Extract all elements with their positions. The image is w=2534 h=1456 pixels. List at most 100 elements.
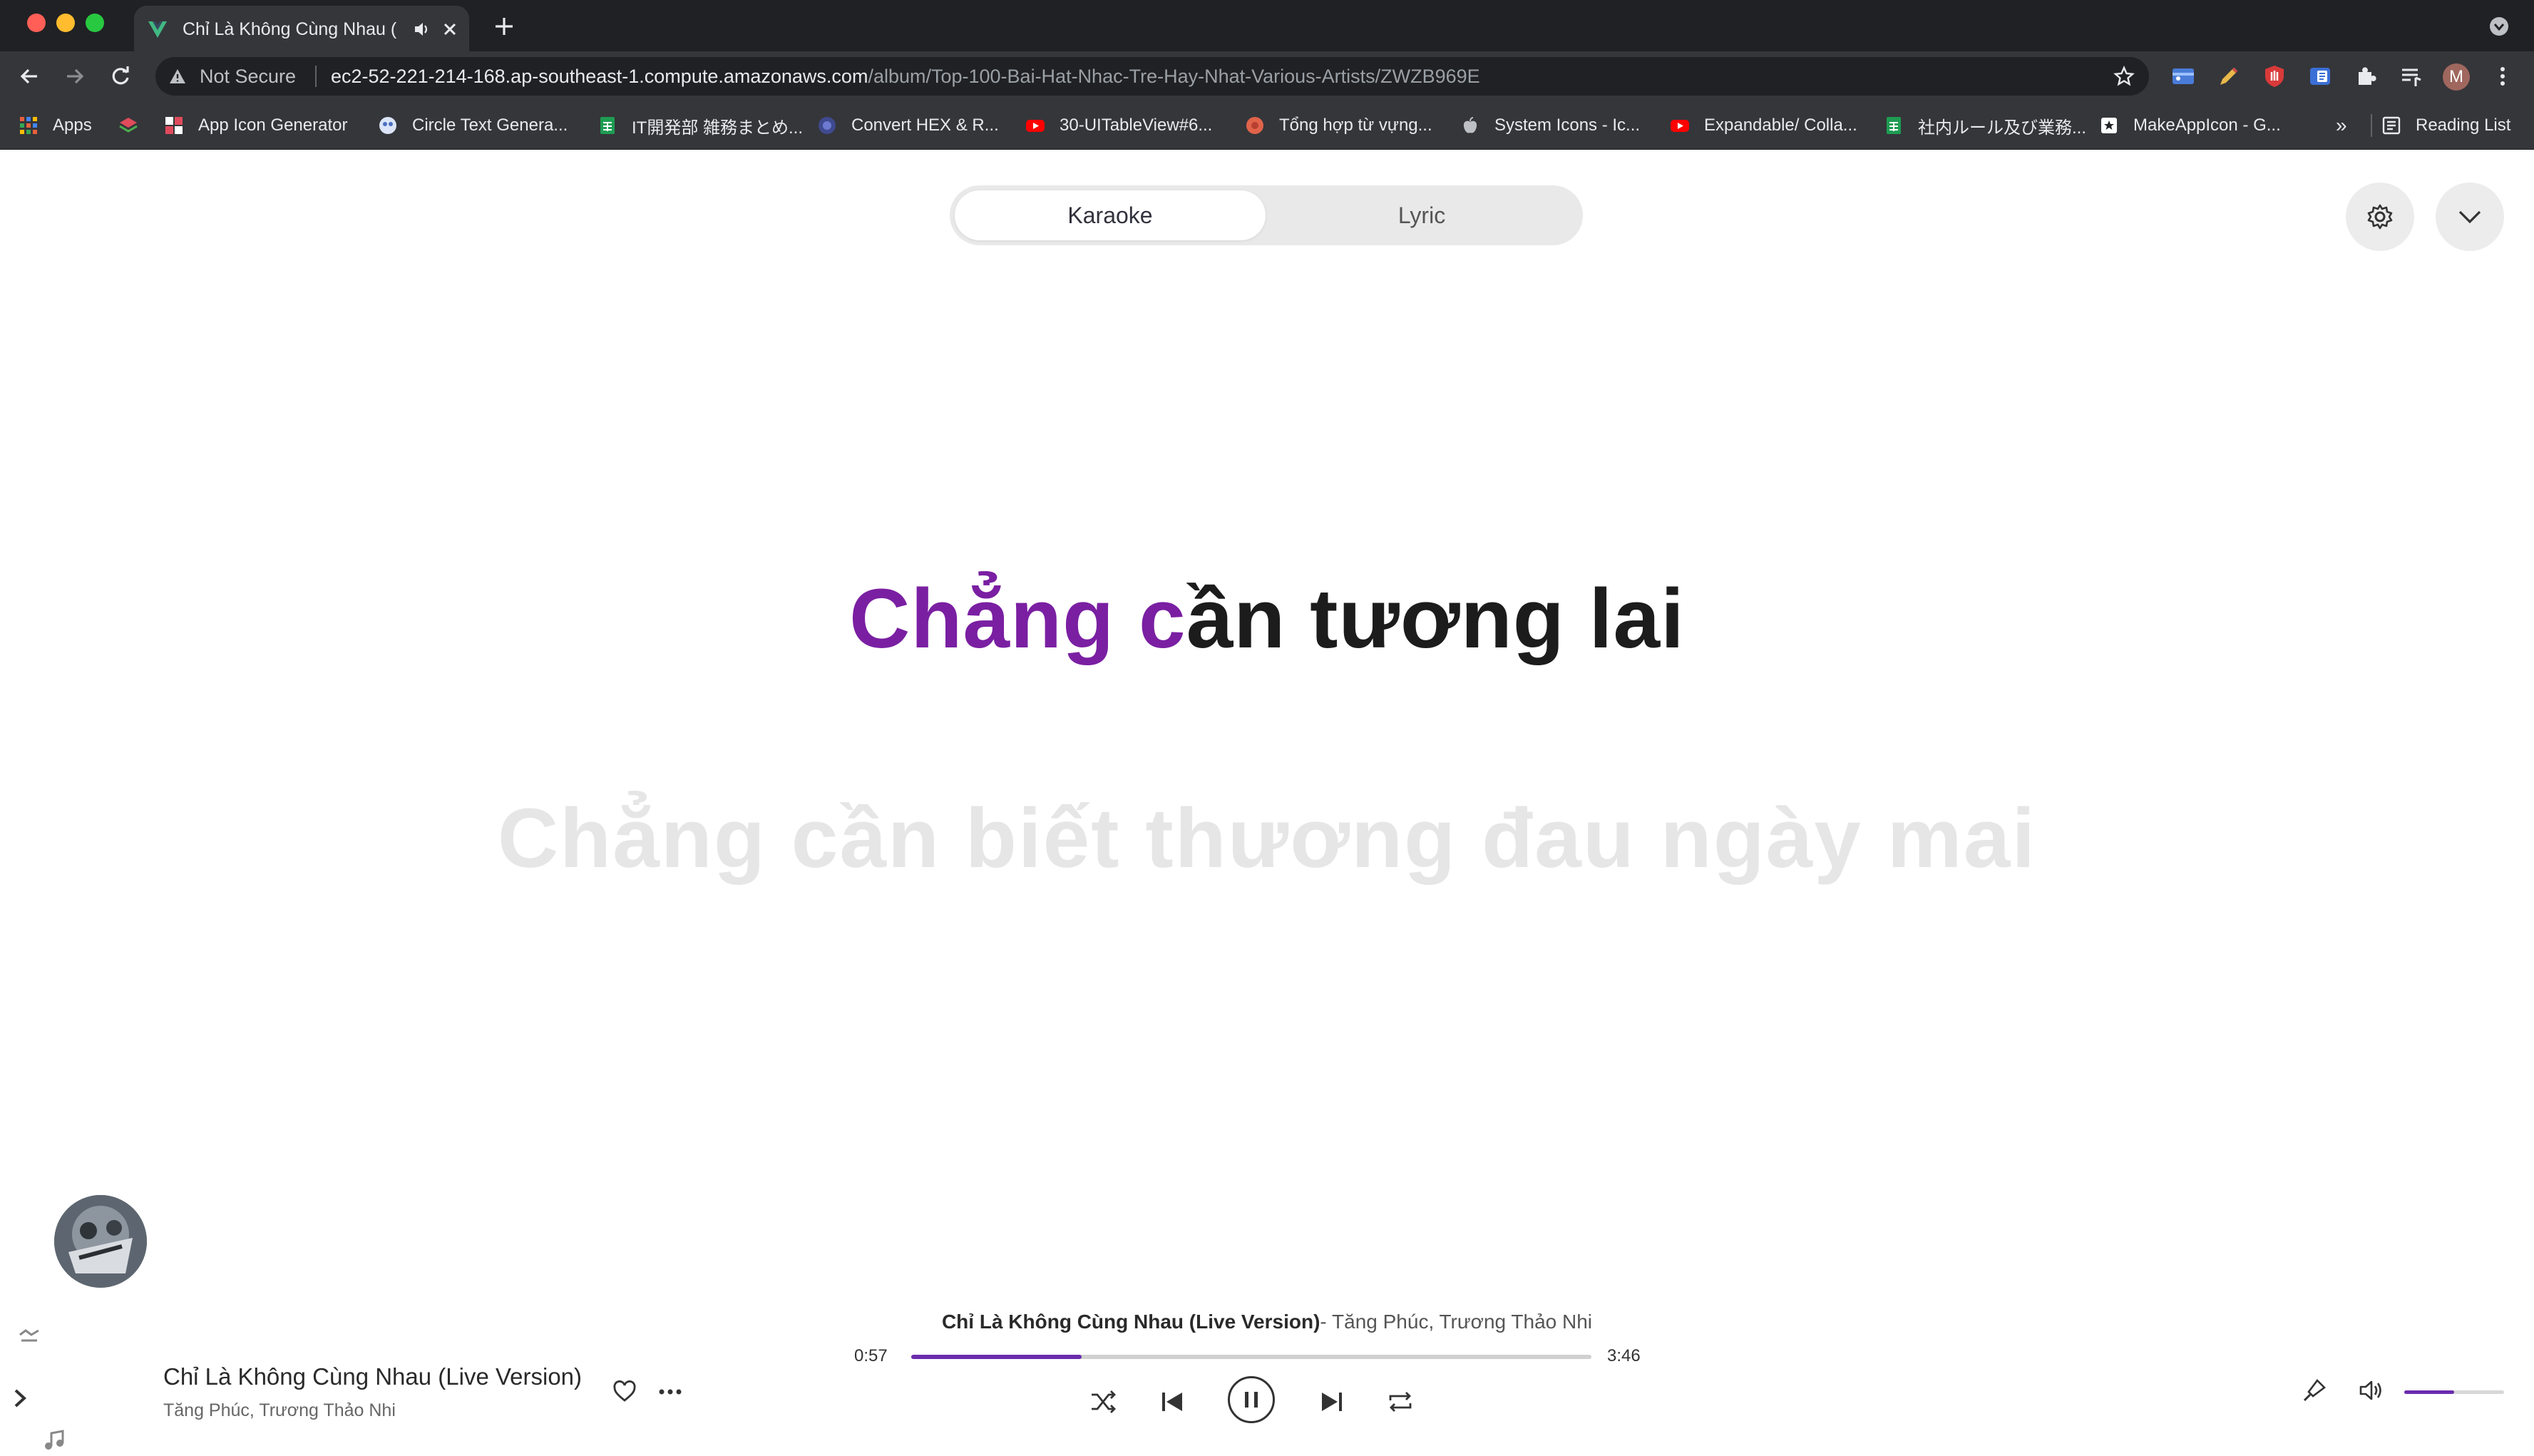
screen: Chỉ Là Không Cùng Nhau (Not Secure ec2-…	[0, 0, 2534, 1456]
bookmarks-overflow-button[interactable]: »	[2336, 101, 2347, 150]
volume-fill	[2404, 1390, 2454, 1394]
bookmark-label: Convert HEX & R...	[851, 116, 999, 135]
youtube-icon	[1026, 120, 1045, 132]
bookmark-label: 社内ルール及び業務...	[1918, 118, 2087, 138]
layers-icon	[119, 118, 138, 133]
bookmarks-bar: Apps App Icon Generator Circle Text Gene…	[0, 101, 2534, 150]
shuffle-icon[interactable]	[1087, 1386, 1119, 1417]
mode-switch: Karaoke Lyric	[950, 185, 1583, 245]
bookmark-label: 30-UITableView#6...	[1060, 116, 1213, 135]
reading-list-icon	[2382, 116, 2401, 135]
youtube-icon	[1671, 120, 1689, 132]
microphone-icon[interactable]	[2300, 1376, 2329, 1405]
vue-favicon-icon	[148, 21, 167, 38]
bookmark-label: System Icons - Ic...	[1494, 116, 1641, 135]
bookmarks-divider	[2371, 114, 2372, 137]
tab-karaoke[interactable]: Karaoke	[955, 185, 1266, 245]
site-icon	[1246, 117, 1263, 134]
tab-lyric[interactable]: Lyric	[1266, 185, 1577, 245]
media-controls-icon[interactable]	[2399, 63, 2424, 89]
reload-icon[interactable]	[108, 64, 133, 88]
progress-fill	[911, 1355, 1082, 1359]
makeappicon-icon	[2101, 118, 2117, 133]
tab-title: Chỉ Là Không Cùng Nhau (	[183, 19, 396, 39]
bookmark-label: Circle Text Genera...	[412, 116, 568, 135]
now-playing-heading: Chỉ Là Không Cùng Nhau (Live Version)- T…	[0, 1311, 2534, 1333]
extension-blue-app-icon[interactable]	[2307, 63, 2333, 89]
window-zoom-button[interactable]	[86, 14, 104, 32]
bookmark-label: Expandable/ Colla...	[1704, 116, 1857, 135]
profile-avatar[interactable]: M	[2443, 63, 2470, 91]
browser-toolbar: Not Secure ec2-52-221-214-168.ap-southea…	[0, 51, 2534, 101]
bookmark-it-dept[interactable]: IT開発部 雑務まとめ...	[597, 101, 803, 150]
bookmark-internal-rules[interactable]: 社内ルール及び業務...	[1884, 101, 2086, 150]
bookmark-label: App Icon Generator	[198, 116, 348, 135]
window-minimize-button[interactable]	[56, 14, 75, 32]
volume-slider[interactable]	[2404, 1390, 2504, 1394]
warning-icon	[170, 69, 185, 83]
lyric-unsung-part: ần tương lai	[1186, 572, 1685, 666]
pause-button[interactable]	[1228, 1376, 1275, 1423]
bookmark-convert-hex[interactable]: Convert HEX & R...	[817, 101, 999, 150]
forward-icon[interactable]	[63, 64, 87, 88]
bookmark-makeappicon[interactable]: MakeAppIcon - G...	[2099, 101, 2281, 150]
previous-track-icon[interactable]	[1156, 1386, 1188, 1417]
bookmark-app-icon-generator[interactable]: App Icon Generator	[164, 101, 347, 150]
pause-icon	[1245, 1392, 1258, 1408]
bookmark-layers[interactable]	[118, 101, 153, 150]
expand-arrow-icon[interactable]	[10, 1386, 34, 1410]
bookmark-apps[interactable]: Apps	[19, 101, 92, 150]
tab-search-icon[interactable]	[2488, 16, 2510, 37]
url-text[interactable]: ec2-52-221-214-168.ap-southeast-1.comput…	[331, 66, 1480, 88]
sheets-icon	[600, 117, 615, 134]
total-duration: 3:46	[1607, 1346, 1641, 1365]
bookmark-expandable[interactable]: Expandable/ Colla...	[1670, 101, 1857, 150]
sheets-icon	[1887, 117, 1901, 134]
browser-menu-icon[interactable]	[2490, 63, 2515, 89]
next-track-icon[interactable]	[1316, 1386, 1348, 1417]
bookmark-label: IT開発部 雑務まとめ...	[632, 118, 803, 138]
reading-list-button[interactable]: Reading List	[2381, 101, 2510, 150]
progress-bar[interactable]	[911, 1355, 1591, 1359]
bookmark-circle-text[interactable]: Circle Text Genera...	[378, 101, 568, 150]
repeat-icon[interactable]	[1385, 1386, 1416, 1417]
favorite-heart-icon[interactable]	[612, 1379, 637, 1405]
browser-tab-active[interactable]: Chỉ Là Không Cùng Nhau (	[134, 6, 469, 51]
new-tab-icon[interactable]	[492, 14, 516, 39]
address-bar[interactable]: Not Secure ec2-52-221-214-168.ap-southea…	[155, 57, 2149, 96]
url-host: ec2-52-221-214-168.ap-southeast-1.comput…	[331, 66, 868, 87]
not-secure-label: Not Secure	[200, 66, 297, 87]
bookmark-star-icon[interactable]	[2113, 66, 2135, 87]
lyric-sung-part: Chẳng c	[849, 572, 1186, 666]
extension-pen-icon[interactable]	[2216, 63, 2242, 89]
karaoke-view: Karaoke Lyric Chẳng cần tương lai Chẳng …	[0, 150, 2534, 1456]
tab-audio-playing-icon[interactable]	[412, 19, 432, 39]
current-lyric-line: Chẳng cần tương lai	[0, 570, 2534, 667]
now-playing-artists: - Tăng Phúc, Trương Thảo Nhi	[1320, 1311, 1593, 1333]
bookmark-uitableview[interactable]: 30-UITableView#6...	[1025, 101, 1212, 150]
more-options-icon[interactable]	[656, 1379, 684, 1405]
bookmark-tong-hop[interactable]: Tổng hợp từ vựng...	[1245, 101, 1432, 150]
url-path: /album/Top-100-Bai-Hat-Nhac-Tre-Hay-Nhat…	[868, 66, 1480, 87]
window-close-button[interactable]	[27, 14, 46, 32]
circle-text-icon	[379, 117, 396, 134]
bookmark-label: Tổng hợp từ vựng...	[1279, 116, 1432, 135]
extension-window-icon[interactable]	[2170, 63, 2196, 89]
extension-shield-icon[interactable]	[2262, 63, 2287, 89]
extensions-puzzle-icon[interactable]	[2353, 63, 2379, 89]
chevron-down-icon	[2458, 210, 2481, 224]
settings-button[interactable]	[2346, 183, 2414, 251]
album-cover[interactable]	[54, 1195, 147, 1288]
now-playing-title: Chỉ Là Không Cùng Nhau (Live Version)	[941, 1311, 1320, 1333]
apps-grid-icon	[20, 117, 37, 134]
tab-close-icon[interactable]	[439, 19, 461, 40]
back-icon[interactable]	[17, 64, 41, 88]
bookmark-label: MakeAppIcon - G...	[2133, 116, 2281, 135]
bookmark-system-icons[interactable]: System Icons - Ic...	[1460, 101, 1640, 150]
collapse-button[interactable]	[2436, 183, 2504, 251]
apple-icon	[1463, 117, 1477, 133]
song-artists[interactable]: Tăng Phúc, Trương Thảo Nhi	[163, 1400, 396, 1421]
app-icon-generator-icon	[165, 117, 183, 134]
song-title[interactable]: Chỉ Là Không Cùng Nhau (Live Version)	[163, 1363, 582, 1390]
volume-icon[interactable]	[2357, 1376, 2386, 1405]
